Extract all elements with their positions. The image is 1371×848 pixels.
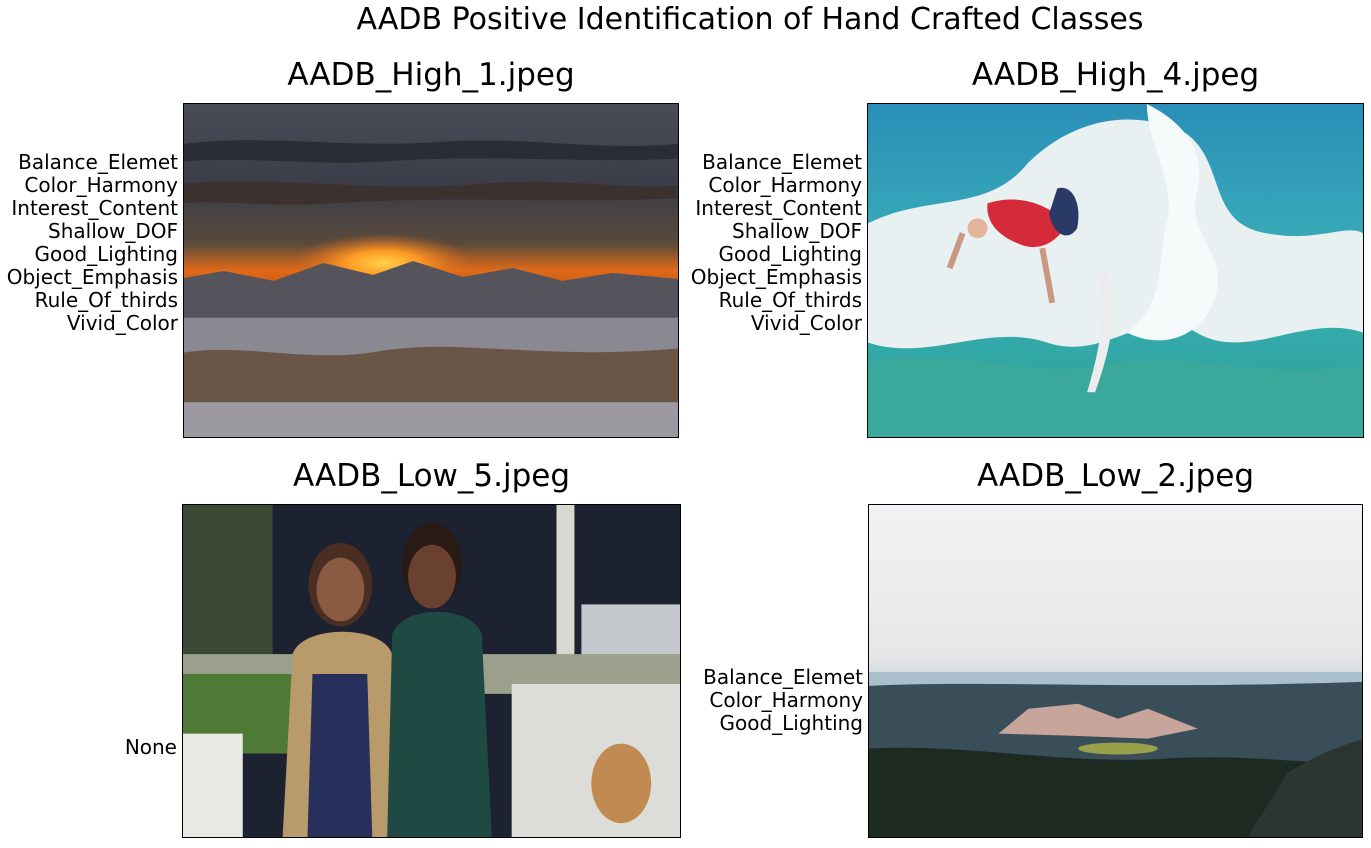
label-item: None bbox=[124, 735, 177, 759]
label-item: Interest_Content bbox=[11, 196, 178, 220]
panel-title-high-4: AADB_High_4.jpeg bbox=[971, 57, 1260, 93]
label-list-low-2: Balance_Elemet Color_Harmony Good_Lighti… bbox=[620, 666, 863, 735]
label-item: Shallow_DOF bbox=[732, 219, 862, 243]
label-item: Color_Harmony bbox=[24, 173, 178, 197]
label-item: Good_Lighting bbox=[34, 242, 178, 266]
photo-two-women-image bbox=[183, 505, 680, 837]
photo-desert-sunset-image bbox=[184, 104, 678, 437]
photo-two-women bbox=[182, 504, 681, 838]
label-list-high-4: Balance_Elemet Color_Harmony Interest_Co… bbox=[620, 151, 862, 335]
label-item: Color_Harmony bbox=[709, 688, 863, 712]
label-item: Balance_Elemet bbox=[18, 150, 178, 174]
photo-surfer-image bbox=[868, 104, 1363, 437]
label-item: Vivid_Color bbox=[750, 311, 862, 335]
panel-title-low-2: AADB_Low_2.jpeg bbox=[976, 458, 1255, 494]
label-item: Vivid_Color bbox=[66, 311, 178, 335]
label-item: Interest_Content bbox=[695, 196, 862, 220]
photo-surfer bbox=[867, 103, 1364, 438]
panel-title-high-1: AADB_High_1.jpeg bbox=[287, 57, 575, 93]
label-item: Good_Lighting bbox=[718, 242, 862, 266]
label-item: Rule_Of_thirds bbox=[34, 288, 178, 312]
photo-valley-landscape-image bbox=[869, 505, 1362, 837]
photo-desert-sunset bbox=[183, 103, 679, 438]
label-item: Object_Emphasis bbox=[690, 265, 862, 289]
photo-valley-landscape bbox=[868, 504, 1363, 838]
label-item: Object_Emphasis bbox=[6, 265, 178, 289]
figure-title: AADB Positive Identification of Hand Cra… bbox=[356, 2, 1144, 37]
panel-title-low-5: AADB_Low_5.jpeg bbox=[292, 458, 571, 494]
label-item: Rule_Of_thirds bbox=[718, 288, 862, 312]
label-item: Good_Lighting bbox=[719, 711, 863, 735]
label-item: Shallow_DOF bbox=[48, 219, 178, 243]
label-list-high-1: Balance_Elemet Color_Harmony Interest_Co… bbox=[0, 151, 178, 335]
label-item: Color_Harmony bbox=[708, 173, 862, 197]
label-list-low-5: None bbox=[0, 736, 177, 759]
label-item: Balance_Elemet bbox=[703, 665, 863, 689]
label-item: Balance_Elemet bbox=[702, 150, 862, 174]
